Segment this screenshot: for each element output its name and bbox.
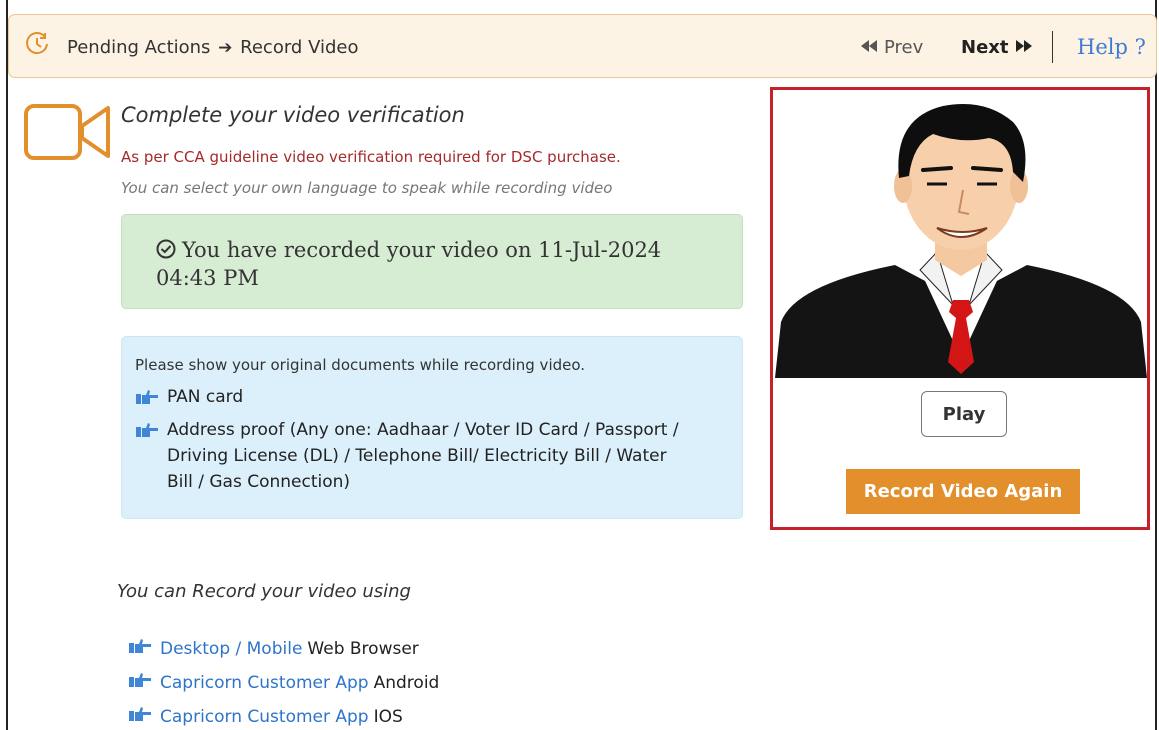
next-button[interactable]: Next [961,37,1033,58]
hand-point-icon [128,672,152,693]
document-item-pan: PAN card [135,384,243,410]
prev-button[interactable]: Prev [860,37,923,58]
document-item-address: Address proof (Any one: Aadhaar / Voter … [135,417,695,495]
ios-app-link[interactable]: Capricorn Customer App [160,707,369,727]
next-label: Next [961,37,1009,58]
help-link[interactable]: Help ? [1077,35,1146,59]
hand-point-icon [128,706,152,727]
documents-intro: Please show your original documents whil… [135,356,586,374]
documents-info-box: Please show your original documents whil… [121,336,743,519]
prev-label: Prev [884,37,924,58]
record-option-android-text: Android [373,672,440,693]
guideline-text: As per CCA guideline video verification … [121,148,621,166]
android-app-link[interactable]: Capricorn Customer App [160,673,369,693]
breadcrumb: Pending Actions ➔ Record Video [67,37,359,58]
hand-point-icon [135,422,159,495]
recorded-alert-text: You have recorded your video on 11-Jul-2… [156,237,696,292]
document-address-label: Address proof (Any one: Aadhaar / Voter … [167,420,679,492]
record-video-again-button[interactable]: Record Video Again [846,469,1080,514]
video-camera-icon [24,104,114,166]
prev-icon [860,37,878,58]
next-icon [1015,37,1033,58]
video-preview-panel: Play Record Video Again [770,87,1150,530]
nav-divider [1052,31,1053,63]
recorded-message: You have recorded your video on 11-Jul-2… [156,238,662,291]
record-option-android: Capricorn Customer App Android [128,672,439,693]
page-title: Complete your video verification [121,103,465,127]
record-option-browser-text: Web Browser [307,638,419,659]
record-options-heading: You can Record your video using [117,581,411,602]
video-thumbnail[interactable] [775,100,1147,378]
breadcrumb-pending-actions[interactable]: Pending Actions [67,37,210,58]
clock-icon [23,30,51,58]
page-header: Pending Actions ➔ Record Video Prev Next… [8,14,1157,78]
hand-point-icon [128,638,152,659]
record-option-ios-text: IOS [373,706,403,727]
recorded-alert: You have recorded your video on 11-Jul-2… [121,214,743,309]
language-note: You can select your own language to spea… [121,179,613,197]
record-option-ios: Capricorn Customer App IOS [128,706,403,727]
breadcrumb-record-video: Record Video [240,37,359,58]
hand-point-icon [135,389,159,410]
document-pan-label: PAN card [167,387,244,407]
check-circle-icon [156,239,176,265]
arrow-right-icon: ➔ [218,38,233,58]
play-button[interactable]: Play [921,391,1007,437]
record-option-browser: Desktop / Mobile Web Browser [128,638,419,659]
desktop-mobile-link[interactable]: Desktop / Mobile [160,639,302,659]
